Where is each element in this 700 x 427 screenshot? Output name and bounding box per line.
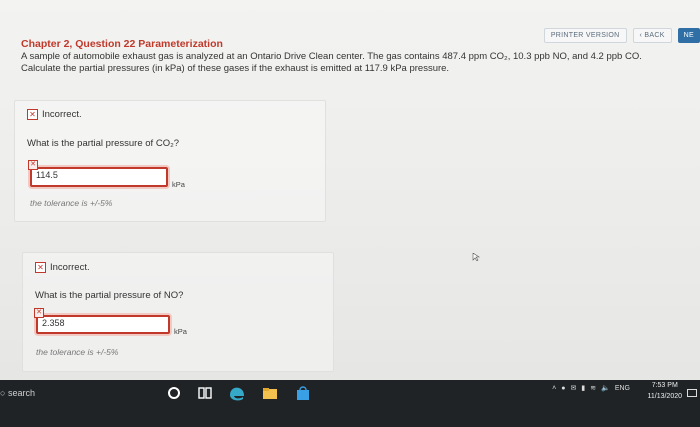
x-mark-icon: ✕ — [27, 109, 38, 120]
problem-text-line-1: A sample of automobile exhaust gas is an… — [21, 51, 642, 62]
tolerance-note: the tolerance is +/-5% — [30, 198, 113, 208]
top-navigation: PRINTER VERSION ‹ BACK NE — [543, 28, 700, 43]
mail-icon[interactable]: ✉ — [571, 384, 577, 392]
answer-input-co2[interactable]: 114.5 — [30, 167, 168, 187]
volume-icon[interactable]: 🔈 — [601, 384, 610, 392]
status-incorrect: ✕ Incorrect. — [35, 262, 90, 273]
question-title: Chapter 2, Question 22 Parameterization — [21, 38, 223, 50]
answer-row-no: ✕ 2.358 kPa — [34, 308, 187, 336]
next-button[interactable]: NE — [677, 28, 700, 43]
back-button[interactable]: ‹ BACK — [632, 28, 672, 43]
chevron-left-icon: ‹ — [639, 32, 643, 39]
search-icon: ○ — [0, 388, 6, 398]
file-explorer-icon[interactable] — [261, 384, 279, 402]
mouse-cursor-icon — [472, 253, 480, 261]
store-icon[interactable] — [294, 384, 312, 402]
edge-browser-icon[interactable] — [228, 384, 246, 402]
task-view-icon[interactable] — [196, 384, 214, 402]
problem-text-line-2: Calculate the partial pressures (in kPa)… — [21, 63, 450, 74]
clock[interactable]: 7:53 PM 11/13/2020 — [647, 380, 682, 402]
problem-statement: A sample of automobile exhaust gas is an… — [21, 51, 691, 75]
printer-version-button[interactable]: PRINTER VERSION — [543, 28, 627, 43]
incorrect-flag-icon: ✕ — [34, 308, 44, 318]
windows-taskbar: ○ search ˄ ● ✉ ▮ ≋ 🔈 ENG 7:53 PM 11/13/2… — [0, 380, 700, 427]
status-label: Incorrect. — [42, 109, 82, 120]
app-tray-icon[interactable]: ● — [561, 385, 565, 392]
incorrect-flag-icon: ✕ — [28, 160, 38, 170]
answer-input-no[interactable]: 2.358 — [36, 315, 170, 334]
language-indicator[interactable]: ENG — [615, 385, 630, 392]
notification-icon[interactable] — [687, 389, 697, 398]
answer-wrapper: ✕ 114.5 — [28, 160, 168, 187]
answer-row-co2: ✕ 114.5 kPa — [28, 160, 185, 189]
answer-wrapper: ✕ 2.358 — [34, 308, 170, 334]
unit-label: kPa — [172, 180, 185, 189]
cortana-icon[interactable] — [165, 384, 183, 402]
x-mark-icon: ✕ — [35, 262, 46, 273]
clock-date: 11/13/2020 — [647, 393, 682, 400]
clock-time: 7:53 PM — [651, 382, 678, 389]
part-prompt: What is the partial pressure of CO₂? — [27, 138, 180, 149]
browser-page: PRINTER VERSION ‹ BACK NE Chapter 2, Que… — [0, 0, 700, 380]
chevron-up-icon[interactable]: ˄ — [552, 385, 556, 392]
taskbar-search[interactable]: ○ search — [0, 388, 35, 398]
status-label: Incorrect. — [50, 262, 90, 273]
back-label: BACK — [644, 32, 665, 39]
wifi-icon[interactable]: ≋ — [590, 384, 596, 392]
tolerance-note: the tolerance is +/-5% — [36, 347, 119, 357]
unit-label: kPa — [174, 327, 187, 336]
part-prompt: What is the partial pressure of NO? — [35, 290, 184, 301]
search-label: search — [7, 388, 35, 398]
battery-icon[interactable]: ▮ — [581, 384, 585, 392]
status-incorrect: ✕ Incorrect. — [27, 109, 82, 120]
